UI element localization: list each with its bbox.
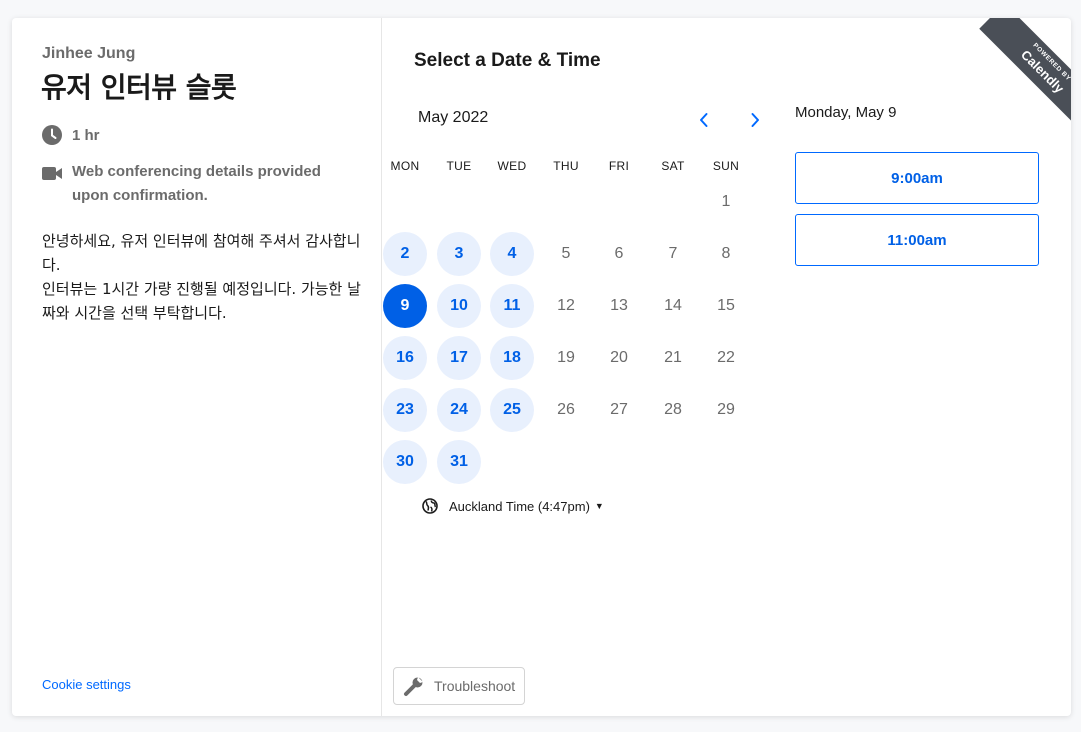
next-month-button[interactable] [743, 108, 767, 132]
selected-date-label: Monday, May 9 [795, 104, 897, 121]
time-slot-button[interactable]: 11:00am [795, 214, 1039, 266]
calendar-day[interactable]: 17 [437, 336, 481, 380]
troubleshoot-button[interactable]: Troubleshoot [393, 667, 525, 705]
powered-by-badge[interactable]: POWERED BY Calendly [961, 18, 1071, 128]
powered-by-ribbon: POWERED BY Calendly [979, 18, 1071, 128]
video-camera-icon [42, 167, 62, 180]
weekday-label: TUE [446, 159, 472, 173]
duration-row: 1 hr [42, 124, 100, 148]
calendar-day: 29 [717, 401, 735, 418]
calendar-day: 19 [557, 349, 575, 366]
calendar-day[interactable]: 25 [490, 388, 534, 432]
event-description: 안녕하세요, 유저 인터뷰에 참여해 주셔서 감사합니다. 인터뷰는 1시간 가… [42, 229, 362, 325]
month-label: May 2022 [418, 109, 489, 126]
calendar-day: 28 [664, 401, 682, 418]
host-name: Jinhee Jung [42, 45, 136, 62]
chevron-left-icon [700, 113, 708, 127]
event-title: 유저 인터뷰 슬롯 [41, 71, 237, 104]
location-text: Web conferencing details provided upon c… [72, 163, 321, 204]
calendar-day[interactable]: 11 [490, 284, 534, 328]
description-paragraph: 안녕하세요, 유저 인터뷰에 참여해 주셔서 감사합니다. [42, 232, 361, 274]
calendar-day: 8 [721, 245, 731, 262]
calendar-day[interactable]: 10 [437, 284, 481, 328]
timezone-selector[interactable]: Auckland Time (4:47pm) ▼ [422, 498, 604, 514]
clock-icon [42, 125, 62, 145]
weekday-label: SAT [661, 159, 685, 173]
scheduling-card: Jinhee Jung 유저 인터뷰 슬롯 1 hr Web conferenc… [12, 18, 1071, 716]
event-details-panel: Jinhee Jung 유저 인터뷰 슬롯 1 hr Web conferenc… [12, 18, 382, 716]
calendar-day[interactable]: 2 [383, 232, 427, 276]
timezone-label: Auckland Time (4:47pm) [449, 498, 590, 514]
calendar-day: 14 [664, 297, 682, 314]
time-slot-button[interactable]: 9:00am [795, 152, 1039, 204]
description-paragraph: 인터뷰는 1시간 가량 진행될 예정입니다. 가능한 날짜와 시간을 선택 부탁… [42, 280, 361, 322]
calendar-day: 21 [664, 349, 682, 366]
chevron-right-icon [751, 113, 759, 127]
calendar-day[interactable]: 23 [383, 388, 427, 432]
calendar-day: 22 [717, 349, 735, 366]
weekday-label: SUN [712, 159, 740, 173]
weekday-label: MON [390, 159, 420, 173]
calendar-day: 20 [610, 349, 628, 366]
cookie-settings-link[interactable]: Cookie settings [42, 677, 131, 692]
calendar-day: 12 [557, 297, 575, 314]
wrench-icon [404, 677, 423, 696]
calendar-day: 27 [610, 401, 628, 418]
calendar-day[interactable]: 30 [383, 440, 427, 484]
calendar-day: 7 [668, 245, 678, 262]
calendar-day: 1 [721, 193, 731, 210]
calendar-day[interactable]: 24 [437, 388, 481, 432]
globe-icon [422, 498, 438, 514]
calendar-day[interactable]: 31 [437, 440, 481, 484]
calendar-day: 26 [557, 401, 575, 418]
calendar-day[interactable]: 3 [437, 232, 481, 276]
weekday-label: THU [553, 159, 579, 173]
calendar-day: 5 [561, 245, 571, 262]
calendar-day-selected[interactable]: 9 [383, 284, 427, 328]
calendar-day[interactable]: 18 [490, 336, 534, 380]
weekday-label: FRI [608, 159, 630, 173]
caret-down-icon: ▼ [594, 501, 604, 511]
calendar-day: 15 [717, 297, 735, 314]
location-row: Web conferencing details provided upon c… [42, 160, 342, 208]
previous-month-button[interactable] [692, 108, 716, 132]
calendar-day: 13 [610, 297, 628, 314]
duration-text: 1 hr [72, 127, 100, 144]
weekday-label: WED [497, 159, 527, 173]
calendar-day: 6 [614, 245, 624, 262]
calendar-day[interactable]: 4 [490, 232, 534, 276]
calendar-day[interactable]: 16 [383, 336, 427, 380]
picker-title: Select a Date & Time [414, 50, 601, 71]
troubleshoot-label: Troubleshoot [434, 678, 516, 694]
